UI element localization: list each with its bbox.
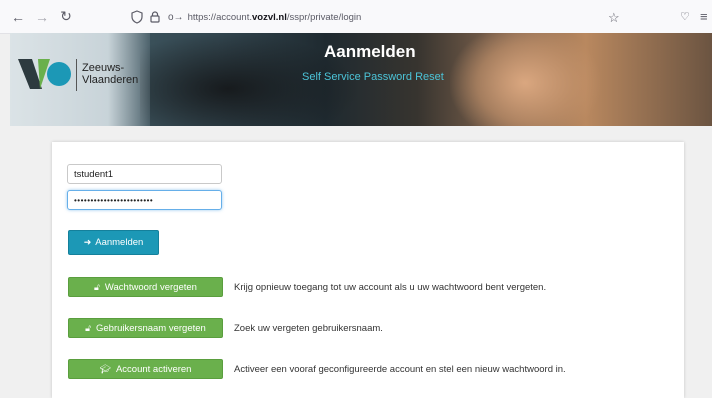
forgot-password-description: Krijg opnieuw toegang tot uw account als… [234, 282, 547, 293]
username-input[interactable] [67, 164, 222, 184]
vo-logo-mark [18, 59, 71, 89]
login-card: ➜ Aanmelden 🔓︎ Wachtwoord vergeten Krijg… [52, 142, 684, 398]
activate-account-description: Activeer een vooraf geconfigureerde acco… [234, 364, 566, 375]
shield-icon[interactable] [130, 10, 144, 24]
reload-icon[interactable]: ↻ [54, 8, 78, 25]
url-domain: vozvl.nl [252, 11, 287, 23]
forward-arrow-icon[interactable]: → [30, 9, 54, 25]
page-subtitle: Self Service Password Reset [302, 71, 444, 83]
pocket-icon[interactable]: ♡ [680, 10, 690, 23]
logo-text: Zeeuws- Vlaanderen [82, 62, 138, 86]
forgot-password-label: Wachtwoord vergeten [104, 281, 197, 293]
page-title: Aanmelden [324, 42, 416, 61]
url-text[interactable]: https://account.vozvl.nl/sspr/private/lo… [188, 12, 362, 23]
password-input[interactable] [67, 190, 222, 210]
unlock-icon: 🔓︎ [94, 281, 100, 292]
forgot-username-label: Gebruikersnaam vergeten [96, 322, 206, 334]
activate-account-button[interactable]: 🎓︎ Account activeren [68, 359, 223, 379]
bookmark-star-icon[interactable]: ☆ [608, 10, 620, 26]
logo-line-1: Zeeuws- [82, 62, 125, 74]
logo[interactable]: Zeeuws- Vlaanderen [10, 33, 150, 126]
url-path: /sspr/private/login [286, 11, 362, 23]
forgot-password-button[interactable]: 🔓︎ Wachtwoord vergeten [68, 277, 223, 297]
address-bar[interactable]: o→ https://account.vozvl.nl/sspr/private… [130, 7, 650, 27]
logo-line-2: Vlaanderen [82, 74, 139, 86]
forgot-username-description: Zoek uw vergeten gebruikersnaam. [234, 323, 383, 334]
url-prefix: https://account. [187, 11, 252, 23]
graduation-cap-icon: 🎓︎ [99, 363, 111, 374]
activate-account-label: Account activeren [115, 363, 192, 375]
unlock-icon: 🔓︎ [85, 322, 91, 333]
login-button-label: Aanmelden [95, 237, 144, 248]
login-button[interactable]: ➜ Aanmelden [68, 230, 159, 255]
lock-icon[interactable] [148, 10, 162, 24]
hero-banner: Zeeuws- Vlaanderen Aanmelden Self Servic… [10, 33, 712, 126]
sign-in-icon: ➜ [83, 237, 92, 247]
logo-divider [76, 59, 77, 91]
back-arrow-icon[interactable]: ← [6, 9, 30, 25]
forgot-username-button[interactable]: 🔓︎ Gebruikersnaam vergeten [68, 318, 223, 338]
menu-icon[interactable]: ≡ [700, 9, 708, 24]
key-icon[interactable]: o→ [168, 12, 184, 23]
